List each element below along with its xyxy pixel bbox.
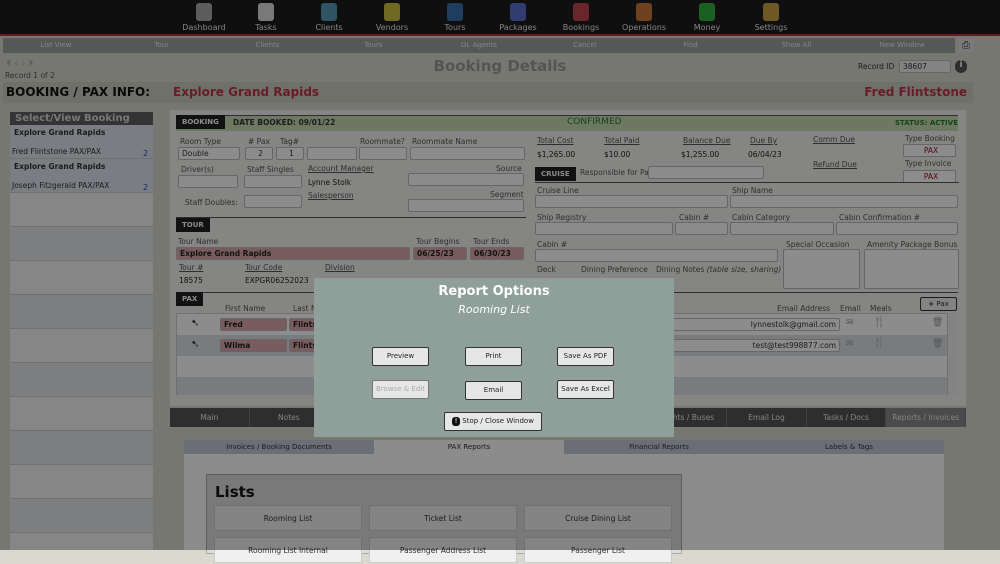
save-pdf-button[interactable]: Save As PDF bbox=[557, 347, 614, 366]
report-options-dialog: Report Options Rooming List Preview Prin… bbox=[314, 278, 674, 437]
stop-close-button[interactable]: ! Stop / Close Window bbox=[444, 412, 542, 431]
browse-edit-button[interactable]: Browse & Edit bbox=[372, 380, 429, 399]
modal-overlay bbox=[0, 0, 1000, 550]
stop-icon: ! bbox=[452, 416, 461, 426]
email-button[interactable]: Email bbox=[465, 381, 522, 400]
save-excel-button[interactable]: Save As Excel bbox=[557, 380, 614, 399]
dialog-subtitle: Rooming List bbox=[458, 303, 530, 316]
print-button[interactable]: Print bbox=[465, 347, 522, 366]
dialog-title: Report Options bbox=[438, 284, 550, 299]
preview-button[interactable]: Preview bbox=[372, 347, 429, 366]
